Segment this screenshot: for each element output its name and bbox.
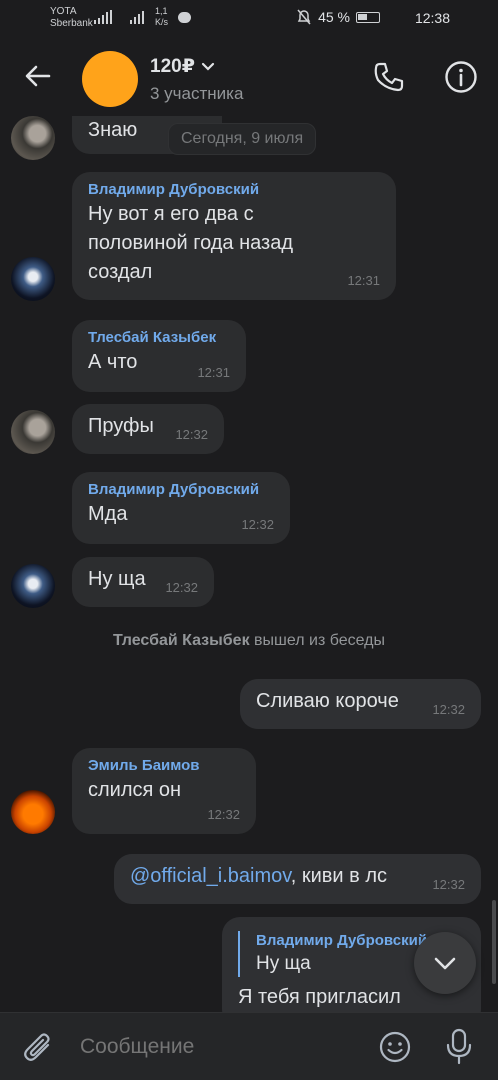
- mention-link[interactable]: @official_i.baimov: [130, 865, 291, 887]
- signal-icon: [94, 10, 112, 24]
- chevron-down-icon: [201, 62, 215, 71]
- avatar[interactable]: [11, 564, 55, 608]
- message-composer: [0, 1012, 498, 1080]
- sender-name[interactable]: Владимир Дубровский: [88, 180, 380, 200]
- message-time: 12:32: [432, 702, 465, 717]
- chat-header: 120₽ 3 участника: [0, 38, 498, 116]
- message-bubble[interactable]: Тлесбай Казыбек А что 12:31: [72, 320, 246, 392]
- chat-title-text: 120₽: [150, 56, 195, 77]
- battery-icon: [356, 11, 380, 23]
- avatar[interactable]: [11, 790, 55, 834]
- sender-name[interactable]: Эмиль Баимов: [88, 756, 240, 776]
- message-text: слился он: [88, 779, 182, 801]
- date-pill: Сегодня, 9 июля: [168, 123, 317, 155]
- message-bubble[interactable]: Пруфы 12:32: [72, 404, 224, 454]
- message-bubble[interactable]: Ну ща 12:32: [72, 557, 214, 607]
- message-time: 12:31: [347, 273, 380, 288]
- sender-name[interactable]: Тлесбай Казыбек: [88, 328, 230, 348]
- message-text-rest: , киви в лс: [290, 865, 387, 887]
- message-text: Ну вот я его два с: [88, 203, 254, 225]
- message-bubble-outgoing[interactable]: @official_i.baimov, киви в лс 12:32: [114, 854, 481, 904]
- scroll-down-button[interactable]: [414, 932, 476, 994]
- service-user[interactable]: Тлесбай Казыбек: [113, 632, 250, 649]
- carrier-top: YOTA: [50, 6, 77, 17]
- chat-subtitle: 3 участника: [150, 84, 244, 103]
- message-input[interactable]: [80, 1035, 360, 1059]
- service-message: Тлесбай Казыбек вышел из беседы: [0, 632, 498, 650]
- scrollbar[interactable]: [492, 900, 496, 984]
- avatar[interactable]: [11, 257, 55, 301]
- message-time: 12:32: [175, 427, 208, 442]
- battery-percent: 45 %: [318, 9, 350, 25]
- status-bar: YOTA Sberbank 1,1 K/s 45 % 12:38: [0, 0, 498, 38]
- info-icon[interactable]: [444, 60, 478, 94]
- message-bubble-outgoing[interactable]: Сливаю короче 12:32: [240, 679, 481, 729]
- message-notification-icon: [178, 12, 191, 23]
- carrier-label: YOTA Sberbank: [50, 6, 93, 30]
- clock: 12:38: [414, 10, 450, 26]
- message-list[interactable]: Знаю Сегодня, 9 июля Владимир Дубровский…: [0, 116, 498, 1012]
- mute-bell-icon: [297, 9, 311, 25]
- net-speed: 1,1 K/s: [155, 6, 168, 28]
- message-time: 12:32: [241, 517, 274, 532]
- message-text: половиной года назад: [88, 232, 294, 254]
- sender-name[interactable]: Владимир Дубровский: [88, 480, 274, 500]
- back-arrow-icon[interactable]: [22, 60, 54, 92]
- avatar[interactable]: [11, 410, 55, 454]
- service-action: вышел из беседы: [249, 632, 386, 649]
- signal-icon-2: [130, 10, 144, 24]
- status-right: 45 %: [296, 8, 380, 26]
- paperclip-icon[interactable]: [22, 1031, 56, 1065]
- phone-icon[interactable]: [372, 60, 406, 94]
- message-time: 12:32: [432, 877, 465, 892]
- chevron-down-icon: [434, 957, 456, 970]
- chat-avatar[interactable]: [82, 51, 138, 107]
- message-time: 12:32: [165, 580, 198, 595]
- message-text: создал: [88, 261, 153, 283]
- message-bubble[interactable]: Эмиль Баимов слился он 12:32: [72, 748, 256, 834]
- message-bubble[interactable]: Владимир Дубровский Мда 12:32: [72, 472, 290, 544]
- net-speed-unit: K/s: [155, 17, 169, 27]
- net-speed-value: 1,1: [155, 6, 168, 16]
- chat-title[interactable]: 120₽: [150, 55, 215, 78]
- message-time: 12:31: [197, 365, 230, 380]
- microphone-icon[interactable]: [444, 1028, 474, 1066]
- message-bubble[interactable]: Владимир Дубровский Ну вот я его два с п…: [72, 172, 396, 300]
- emoji-icon[interactable]: [378, 1030, 412, 1064]
- carrier-bottom: Sberbank: [50, 18, 93, 29]
- avatar[interactable]: [11, 116, 55, 160]
- message-time: 12:32: [207, 807, 240, 822]
- message-text: @official_i.baimov, киви в лс: [130, 862, 465, 891]
